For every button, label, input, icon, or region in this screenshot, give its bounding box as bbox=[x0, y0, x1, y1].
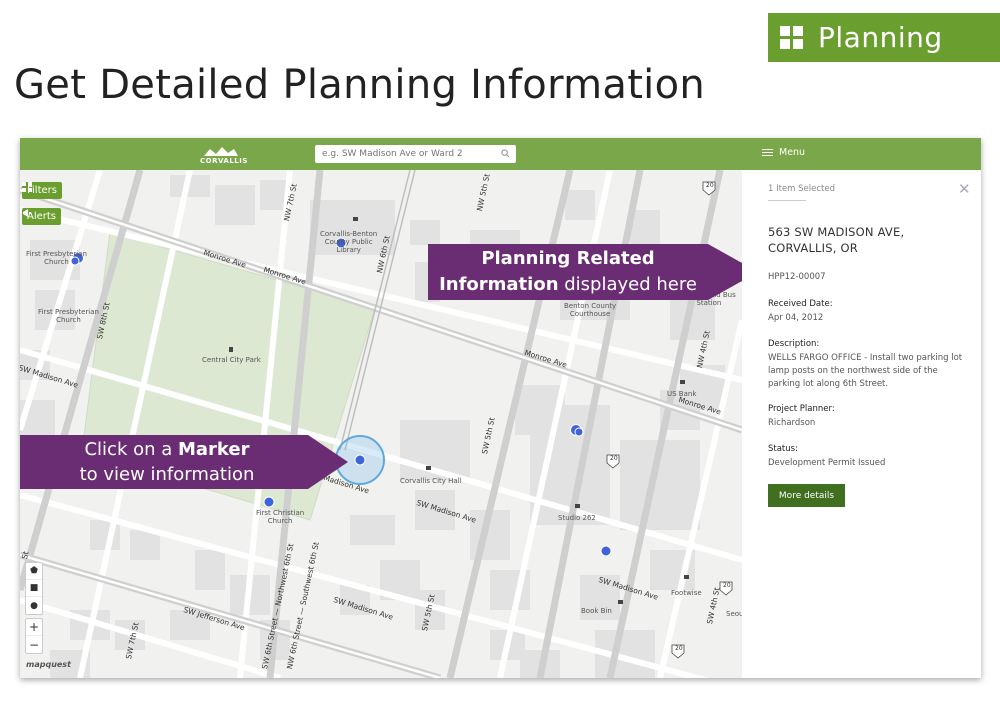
callout-top-bold: Planning Related bbox=[481, 248, 655, 269]
place-footwise: Footwise bbox=[671, 589, 702, 597]
grid-icon bbox=[780, 25, 804, 50]
mapquest-logo: mapquest bbox=[26, 660, 71, 669]
callout-click-marker: Click on a Marker to view information bbox=[20, 435, 308, 489]
callout-top-bold-2: Information bbox=[439, 274, 559, 295]
place-courthouse: Benton County Courthouse bbox=[564, 302, 617, 318]
close-icon[interactable]: ✕ bbox=[958, 180, 971, 198]
callout-top-arrow bbox=[708, 244, 742, 300]
route-20-b: 20 bbox=[610, 455, 618, 462]
callout-left-pre: Click on a bbox=[84, 439, 178, 460]
page-title: Get Detailed Planning Information bbox=[14, 62, 706, 108]
top-bar: CORVALLIS Menu bbox=[20, 138, 981, 170]
place-seou: Seou bbox=[726, 610, 742, 618]
polygon-tool-icon[interactable]: ⬟ bbox=[26, 563, 42, 580]
planner-label: Project Planner: bbox=[768, 404, 835, 414]
callout-top-rest: displayed here bbox=[558, 274, 697, 295]
route-20-d: 20 bbox=[675, 645, 683, 652]
street-st: St bbox=[20, 550, 31, 560]
permit-id: HPP12-00007 bbox=[768, 272, 826, 282]
megaphone-icon bbox=[23, 209, 31, 217]
search-box[interactable] bbox=[315, 145, 516, 163]
place-studio: Studio 262 bbox=[558, 514, 596, 522]
place-presbyterian-1: First Presbyterian Church bbox=[26, 250, 87, 266]
alerts-button[interactable]: Alerts bbox=[22, 208, 62, 225]
hamburger-icon bbox=[762, 148, 773, 157]
logo-text: CORVALLIS bbox=[200, 157, 248, 165]
status-label: Status: bbox=[768, 444, 798, 454]
filters-button[interactable]: Filters bbox=[22, 182, 62, 199]
details-sidebar: 1 Item Selected ✕ 563 SW MADISON AVE, CO… bbox=[742, 170, 981, 678]
zoom-out-button[interactable]: − bbox=[26, 636, 42, 653]
address: 563 SW MADISON AVE, CORVALLIS, OR bbox=[768, 224, 968, 256]
address-line-1: 563 SW MADISON AVE, bbox=[768, 225, 905, 239]
route-20-c: 20 bbox=[723, 582, 731, 589]
received-label: Received Date: bbox=[768, 299, 833, 309]
place-bookbin: Book Bin bbox=[581, 607, 612, 615]
more-details-button[interactable]: More details bbox=[768, 484, 845, 507]
planner-value: Richardson bbox=[768, 418, 816, 428]
callout-left-arrow bbox=[308, 435, 348, 489]
callout-sidebar-info: Planning Related Information displayed h… bbox=[428, 244, 708, 300]
filter-grid-icon bbox=[22, 182, 32, 192]
map-view[interactable]: Corvallis-Benton County Public Library F… bbox=[20, 170, 742, 678]
route-20-a: 20 bbox=[706, 182, 714, 189]
circle-tool-icon[interactable]: ● bbox=[26, 597, 42, 614]
callout-left-bold: Marker bbox=[178, 439, 250, 460]
draw-tools: ⬟ ■ ● bbox=[25, 562, 43, 615]
place-cityhall: Corvallis City Hall bbox=[400, 477, 462, 485]
menu-label: Menu bbox=[779, 147, 806, 158]
address-line-2: CORVALLIS, OR bbox=[768, 241, 858, 255]
place-presbyterian-2: First Presbyterian Church bbox=[38, 308, 99, 324]
search-input[interactable] bbox=[322, 149, 492, 159]
callout-left-rest: to view information bbox=[79, 464, 255, 485]
menu-button[interactable]: Menu bbox=[762, 147, 805, 158]
app-window: CORVALLIS Menu bbox=[20, 138, 981, 678]
description-value: WELLS FARGO OFFICE - Install two parking… bbox=[768, 353, 963, 389]
place-park: Central City Park bbox=[202, 356, 261, 364]
received-value: Apr 04, 2012 bbox=[768, 313, 824, 323]
place-library: Corvallis-Benton County Public Library bbox=[320, 230, 378, 254]
selected-count: 1 Item Selected bbox=[768, 184, 836, 194]
selected-underline bbox=[768, 200, 806, 201]
search-icon[interactable] bbox=[501, 149, 510, 158]
slide: Planning Get Detailed Planning Informati… bbox=[0, 0, 1000, 715]
zoom-controls: + − bbox=[25, 618, 43, 654]
description-label: Description: bbox=[768, 339, 820, 349]
rectangle-tool-icon[interactable]: ■ bbox=[26, 580, 42, 597]
badge-label: Planning bbox=[818, 21, 943, 54]
zoom-in-button[interactable]: + bbox=[26, 619, 42, 636]
planning-badge: Planning bbox=[768, 13, 1000, 62]
status-value: Development Permit Issued bbox=[768, 458, 886, 468]
place-christian: First Christian Church bbox=[256, 509, 305, 525]
